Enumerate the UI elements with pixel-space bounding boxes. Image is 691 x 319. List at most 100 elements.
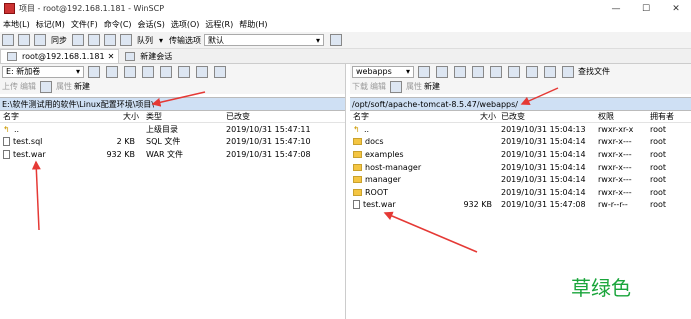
remote-file-toolbar: 下载 编辑 属性 新建 (350, 79, 691, 94)
remote-pane: webapps ▾ 查找文件 下载 编辑 属性 新建 /opt/soft/apac… (350, 64, 691, 319)
col-size[interactable]: 大小 (480, 111, 496, 122)
root-dir-icon[interactable] (178, 65, 190, 78)
list-item[interactable]: test.sql 2 KB SQL 文件 2019/10/31 15:47:10 (0, 136, 345, 149)
col-changed[interactable]: 已改变 (226, 111, 250, 122)
transfer-options-label: 传输选项 (169, 35, 202, 45)
parent-dir-icon[interactable] (160, 65, 172, 78)
watermark-text: 草绿色 (571, 276, 631, 300)
menu-commands[interactable]: 命令(C) (101, 19, 135, 30)
list-item[interactable]: examples 2019/10/31 15:04:14 rwxr-x--- root (350, 148, 691, 161)
home-icon[interactable] (196, 65, 208, 78)
delete-icon[interactable] (390, 80, 402, 93)
drive-select[interactable]: E: 新加卷 ▾ (2, 65, 84, 78)
remote-folder-select[interactable]: webapps ▾ (352, 65, 414, 78)
local-path-bar[interactable]: E:\软件测试用的软件\Linux配置环境\项目\ (0, 97, 345, 111)
root-dir-icon[interactable] (508, 65, 520, 78)
remote-column-headers: 名字 大小 已改变 权限 拥有者 (350, 111, 691, 123)
title-bar: 项目 - root@192.168.1.181 - WinSCP — ☐ ✕ (0, 0, 691, 17)
settings-icon[interactable] (104, 34, 116, 46)
transfer-settings-icon[interactable] (330, 34, 343, 46)
transfer-options-select[interactable]: 默认 ▾ (204, 34, 325, 46)
find-files-button[interactable]: 查找文件 (578, 66, 610, 77)
file-icon (3, 149, 10, 159)
chevron-down-icon: ▾ (405, 67, 410, 76)
queue-icon[interactable] (120, 34, 132, 46)
parent-dir-icon[interactable] (490, 65, 502, 78)
sync-icon[interactable] (34, 34, 46, 46)
delete-icon[interactable] (40, 80, 52, 93)
col-size[interactable]: 大小 (123, 111, 139, 122)
col-owner[interactable]: 拥有者 (650, 111, 674, 122)
list-item[interactable]: ↰.. 上级目录 2019/10/31 15:47:11 (0, 123, 345, 136)
list-item[interactable]: docs 2019/10/31 15:04:14 rwxr-x--- root (350, 136, 691, 149)
forward-icon[interactable] (472, 65, 484, 78)
folder-icon (353, 150, 362, 158)
tab-new-session[interactable]: 新建会话 (119, 49, 176, 63)
col-rights[interactable]: 权限 (598, 111, 614, 122)
menu-mark[interactable]: 标记(M) (33, 19, 68, 30)
list-item[interactable]: host-manager 2019/10/31 15:04:14 rwxr-x---… (350, 161, 691, 174)
remote-path-bar[interactable]: /opt/soft/apache-tomcat-8.5.47/webapps/ (350, 97, 691, 111)
local-nav-toolbar: E: 新加卷 ▾ (0, 64, 345, 79)
menu-help[interactable]: 帮助(H) (236, 19, 270, 30)
terminal-icon[interactable] (72, 34, 84, 46)
col-name[interactable]: 名字 (353, 111, 369, 122)
back-icon[interactable] (454, 65, 466, 78)
list-item[interactable]: test.war 932 KB WAR 文件 2019/10/31 15:47:… (0, 148, 345, 161)
menu-session[interactable]: 会话(S) (135, 19, 168, 30)
folder-icon (353, 188, 362, 196)
parent-dir-icon: ↰ (353, 125, 360, 135)
find-icon[interactable] (562, 65, 574, 78)
home-icon[interactable] (526, 65, 538, 78)
local-file-toolbar: 上传 编辑 属性 新建 (0, 79, 345, 94)
menu-files[interactable]: 文件(F) (68, 19, 101, 30)
local-column-headers: 名字 大小 类型 已改变 (0, 111, 345, 123)
open-folder-icon[interactable] (418, 65, 430, 78)
folder-icon (353, 163, 362, 171)
filter-icon[interactable] (106, 65, 118, 78)
back-icon[interactable] (124, 65, 136, 78)
list-item[interactable]: test.war 932 KB 2019/10/31 15:47:08 rw-r--r… (350, 199, 691, 212)
folder-icon (353, 176, 362, 184)
menu-bar: 本地(L) 标记(M) 文件(F) 命令(C) 会话(S) 选项(O) 远程(R… (0, 17, 691, 31)
new-button[interactable]: 新建 (424, 81, 440, 92)
col-changed[interactable]: 已改变 (501, 111, 525, 122)
menu-options[interactable]: 选项(O) (168, 19, 203, 30)
monitor-icon (7, 52, 17, 61)
menu-remote[interactable]: 远程(R) (202, 19, 236, 30)
properties-button[interactable]: 属性 (56, 81, 72, 92)
edit-button[interactable]: 编辑 (370, 81, 386, 92)
minimize-button[interactable]: — (601, 0, 631, 17)
open-folder-icon[interactable] (88, 65, 100, 78)
edit-button[interactable]: 编辑 (20, 81, 36, 92)
menu-local[interactable]: 本地(L) (0, 19, 33, 30)
forward-icon[interactable] (142, 65, 154, 78)
properties-button[interactable]: 属性 (406, 81, 422, 92)
close-tab-icon[interactable]: ✕ (108, 52, 115, 61)
layout-icon[interactable] (2, 34, 14, 46)
main-toolbar: 同步 队列 ▾ 传输选项 默认 ▾ (0, 32, 691, 49)
local-pane: E: 新加卷 ▾ 上传 编辑 属性 新建 E:\软件测试用的软件\Linux配置环… (0, 64, 346, 319)
remote-nav-toolbar: webapps ▾ 查找文件 (350, 64, 691, 79)
maximize-button[interactable]: ☐ (631, 0, 661, 17)
download-button[interactable]: 下载 (352, 81, 368, 92)
refresh-icon[interactable] (214, 65, 226, 78)
filter-icon[interactable] (436, 65, 448, 78)
tab-session[interactable]: root@192.168.1.181 ✕ (0, 49, 120, 63)
queue-button[interactable]: 队列 (137, 35, 153, 46)
list-item[interactable]: ROOT 2019/10/31 15:04:14 rwxr-x--- root (350, 186, 691, 199)
list-item[interactable]: ↰.. 2019/10/31 15:04:13 rwxr-xr-x root (350, 123, 691, 136)
putty-icon[interactable] (88, 34, 100, 46)
refresh-icon[interactable] (544, 65, 556, 78)
col-type[interactable]: 类型 (146, 111, 162, 122)
col-name[interactable]: 名字 (3, 111, 19, 122)
chevron-down-icon: ▾ (75, 67, 80, 76)
new-button[interactable]: 新建 (74, 81, 90, 92)
sync-button[interactable]: 同步 (51, 35, 67, 46)
new-session-icon (125, 51, 136, 61)
close-button[interactable]: ✕ (661, 0, 691, 17)
folder-icon (353, 138, 362, 146)
list-item[interactable]: manager 2019/10/31 15:04:14 rwxr-x--- root (350, 173, 691, 186)
upload-button[interactable]: 上传 (2, 81, 18, 92)
compare-icon[interactable] (18, 34, 30, 46)
